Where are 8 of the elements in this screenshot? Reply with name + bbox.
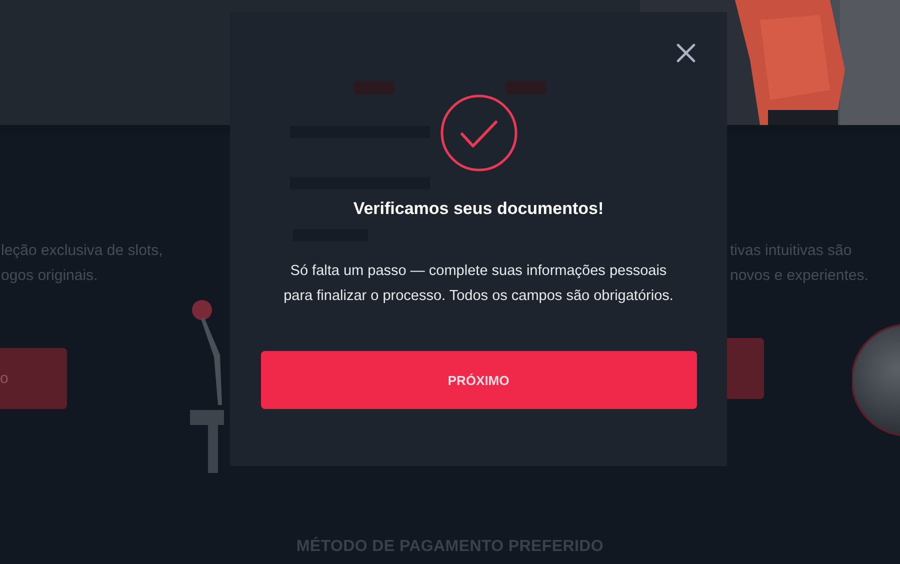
dialog-message: Só falta um passo — complete suas informações pessoais para finalizar o processo. Todos os campos são obrigatórios.	[284, 262, 674, 306]
dialog-title: Verificamos seus documentos!	[353, 199, 604, 219]
card-button[interactable]: o	[0, 348, 67, 409]
check-circle-icon	[438, 93, 518, 173]
next-button[interactable]: PRÓXIMO	[260, 351, 696, 409]
close-icon[interactable]	[676, 43, 696, 63]
card-description: tivas intuitivas são novos e experientes.	[730, 241, 870, 286]
card-description: leção exclusiva de slots, ogos originais.	[1, 241, 164, 286]
